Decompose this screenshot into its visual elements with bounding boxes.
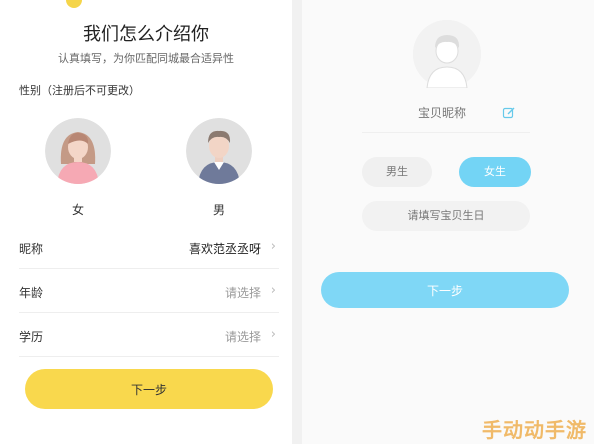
nickname-row[interactable]: 昵称 喜欢范丞丞呀 › [19,229,279,269]
age-row-label: 年龄 [19,286,44,300]
nickname-underline [362,132,530,133]
education-row-value: 请选择 [224,330,261,344]
female-avatar-option[interactable] [45,118,111,184]
row-divider [19,356,279,357]
chevron-right-icon: › [270,239,276,254]
age-row[interactable]: 年龄 请选择 › [19,273,279,313]
male-avatar-icon [186,118,252,184]
gender-section-label: 性别（注册后不可更改） [19,84,140,97]
page-title: 我们怎么介绍你 [83,24,209,45]
age-row-value: 请选择 [224,286,261,300]
chevron-right-icon: › [270,283,276,298]
female-toggle[interactable]: 女生 [459,157,531,187]
baby-profile-panel: 宝贝昵称 男生 女生 请填写宝贝生日 下一步 [302,0,594,444]
page-subtitle: 认真填写，为你匹配同城最合适异性 [58,52,234,65]
next-step-button[interactable]: 下一步 [25,369,273,409]
nickname-input[interactable]: 宝贝昵称 [418,104,466,121]
education-row-label: 学历 [19,330,44,344]
male-avatar-option[interactable] [186,118,252,184]
birthday-input[interactable]: 请填写宝贝生日 [362,201,530,231]
default-avatar-icon [413,20,481,88]
chevron-right-icon: › [270,327,276,342]
male-toggle[interactable]: 男生 [362,157,432,187]
nickname-row-label: 昵称 [19,242,44,256]
decorative-dot [66,0,82,8]
nickname-row-value: 喜欢范丞丞呀 [188,242,261,256]
profile-form-panel: 我们怎么介绍你 认真填写，为你匹配同城最合适异性 性别（注册后不可更改） 女 男… [0,0,292,444]
next-step-button-blue[interactable]: 下一步 [321,272,569,308]
profile-avatar-upload[interactable] [413,20,481,88]
row-divider [19,312,279,313]
male-label: 男 [213,203,226,217]
row-divider [19,268,279,269]
education-row[interactable]: 学历 请选择 › [19,317,279,357]
female-label: 女 [72,203,85,217]
site-watermark: 手动动手游 [482,418,587,442]
female-avatar-icon [45,118,111,184]
edit-icon[interactable] [502,106,516,120]
panel-divider [292,0,302,444]
